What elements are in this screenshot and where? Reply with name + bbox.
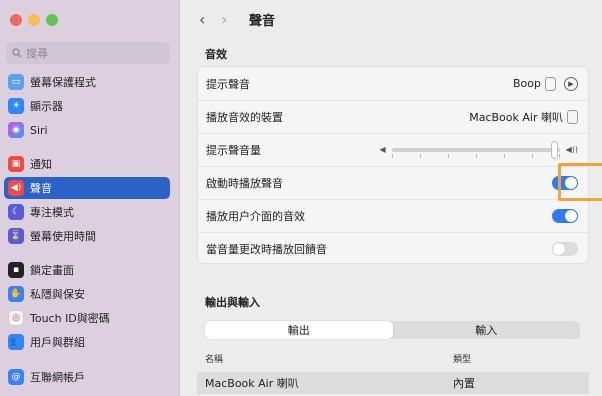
alert-sound-label: 提示聲音 (206, 77, 250, 91)
sidebar-item-screensaver[interactable]: ▭ 螢幕保護程式 (4, 71, 170, 93)
sidebar-item-label: 螢幕保護程式 (30, 76, 96, 89)
alert-sound-popup[interactable]: Boop (513, 76, 556, 91)
zoom-button[interactable] (46, 14, 58, 26)
speaker-low-icon: ◀ (379, 145, 386, 154)
sidebar-item-label: 專注模式 (30, 206, 74, 219)
output-input-tabs: 輸出 輸入 (205, 321, 580, 339)
sidebar-item-label: 顯示器 (30, 100, 63, 113)
tab-input[interactable]: 輸入 (393, 321, 581, 339)
output-device-label: 播放音效的裝置 (206, 110, 283, 124)
ui-sound-toggle[interactable] (552, 208, 578, 223)
search-icon (12, 48, 22, 58)
device-table-header: 名稱 類型 (205, 352, 580, 365)
search-placeholder: 搜尋 (26, 47, 48, 60)
highlight-box (558, 163, 602, 201)
alert-volume-slider[interactable]: ◀ ◀)) (379, 140, 578, 159)
ui-sound-label: 播放用户介面的音效 (206, 209, 305, 223)
hourglass-icon: ⌛ (8, 228, 24, 244)
section-title-output-input: 輸出與輸入 (205, 296, 260, 309)
speaker-icon: ◀) (8, 180, 24, 196)
fingerprint-icon: ◎ (8, 310, 24, 326)
sidebar-item-label: 鎖定畫面 (30, 264, 74, 277)
sidebar-item-displays[interactable]: ☀ 顯示器 (4, 95, 170, 117)
sidebar-item-siri[interactable]: ◉ Siri (4, 119, 170, 141)
column-header-type[interactable]: 類型 (453, 352, 471, 365)
ui-sound-row: 播放用户介面的音效 (198, 199, 588, 233)
column-header-name[interactable]: 名稱 (205, 352, 453, 365)
sidebar-item-screen-time[interactable]: ⌛ 螢幕使用時間 (4, 225, 170, 247)
alert-volume-row: 提示聲音量 ◀ ◀)) (198, 133, 588, 167)
search-input[interactable]: 搜尋 (6, 42, 170, 64)
alert-volume-label: 提示聲音量 (206, 143, 261, 157)
sidebar-item-lock-screen[interactable]: ▪ 鎖定畫面 (4, 259, 170, 281)
sidebar-item-label: 私隱與保安 (30, 288, 85, 301)
close-button[interactable] (10, 14, 22, 26)
sidebar-item-label: Touch ID與密碼 (30, 312, 110, 325)
sidebar-item-privacy[interactable]: ✋ 私隱與保安 (4, 283, 170, 305)
volume-feedback-label: 當音量更改時播放回饋音 (206, 243, 327, 256)
main-pane: ‹ › 聲音 音效 提示聲音 Boop ▶ 播放音效的裝置 MacBook Ai… (181, 0, 602, 396)
volume-feedback-row: 當音量更改時播放回饋音 (198, 232, 588, 266)
output-device-row: 播放音效的裝置 MacBook Air 喇叭 (198, 100, 588, 134)
tab-output[interactable]: 輸出 (205, 321, 393, 339)
sidebar-item-focus[interactable]: ☾ 專注模式 (4, 201, 170, 223)
at-icon: @ (8, 369, 24, 385)
sidebar: 搜尋 ▭ 螢幕保護程式 ☀ 顯示器 ◉ Siri ▣ 通知 ◀) 聲音 ☾ 專注… (0, 0, 180, 396)
table-row[interactable]: MacBook Air 喇叭 內置 (197, 372, 589, 394)
toolbar: ‹ › 聲音 (199, 10, 275, 29)
sidebar-item-label: 用戶與群組 (30, 336, 85, 349)
sidebar-item-label: 聲音 (30, 182, 52, 195)
slider-thumb[interactable] (550, 140, 558, 159)
sidebar-item-label: 通知 (30, 158, 52, 171)
sidebar-item-label: 螢幕使用時間 (30, 230, 96, 243)
output-device-value: MacBook Air 喇叭 (469, 110, 563, 124)
sidebar-item-label: Siri (30, 123, 48, 137)
sidebar-item-label: 互聯網帳戶 (30, 371, 85, 384)
minimize-button[interactable] (28, 14, 40, 26)
sidebar-item-users[interactable]: 👥 用戶與群組 (4, 331, 170, 353)
back-chevron-icon[interactable]: ‹ (199, 10, 221, 29)
forward-chevron-icon[interactable]: › (221, 10, 243, 29)
hand-icon: ✋ (8, 286, 24, 302)
screensaver-icon: ▭ (8, 74, 24, 90)
sidebar-item-touch-id[interactable]: ◎ Touch ID與密碼 (4, 307, 170, 329)
startup-sound-label: 啟動時播放聲音 (206, 176, 283, 190)
device-type: 內置 (453, 377, 475, 390)
window-controls (10, 14, 58, 26)
sidebar-item-notifications[interactable]: ▣ 通知 (4, 153, 170, 175)
display-icon: ☀ (8, 98, 24, 114)
bell-icon: ▣ (8, 156, 24, 172)
sound-effects-group: 提示聲音 Boop ▶ 播放音效的裝置 MacBook Air 喇叭 提示聲音量… (197, 66, 589, 264)
alert-sound-value: Boop (513, 77, 541, 90)
sidebar-item-internet-accounts[interactable]: @ 互聯網帳戶 (4, 366, 170, 388)
volume-feedback-toggle[interactable] (552, 242, 578, 256)
output-device-popup[interactable]: MacBook Air 喇叭 (469, 109, 578, 125)
device-name: MacBook Air 喇叭 (205, 377, 299, 390)
stepper-icon (545, 76, 556, 91)
siri-icon: ◉ (8, 122, 24, 138)
speaker-high-icon: ◀)) (565, 145, 578, 154)
stepper-icon (567, 109, 578, 124)
alert-sound-row: 提示聲音 Boop ▶ (198, 67, 588, 101)
lock-icon: ▪ (8, 262, 24, 278)
play-icon[interactable]: ▶ (564, 76, 578, 91)
section-title-sound-effects: 音效 (205, 48, 227, 61)
page-title: 聲音 (249, 14, 276, 29)
moon-icon: ☾ (8, 204, 24, 220)
startup-sound-row: 啟動時播放聲音 (198, 166, 588, 200)
sidebar-item-sound[interactable]: ◀) 聲音 (4, 177, 170, 199)
users-icon: 👥 (8, 334, 24, 350)
